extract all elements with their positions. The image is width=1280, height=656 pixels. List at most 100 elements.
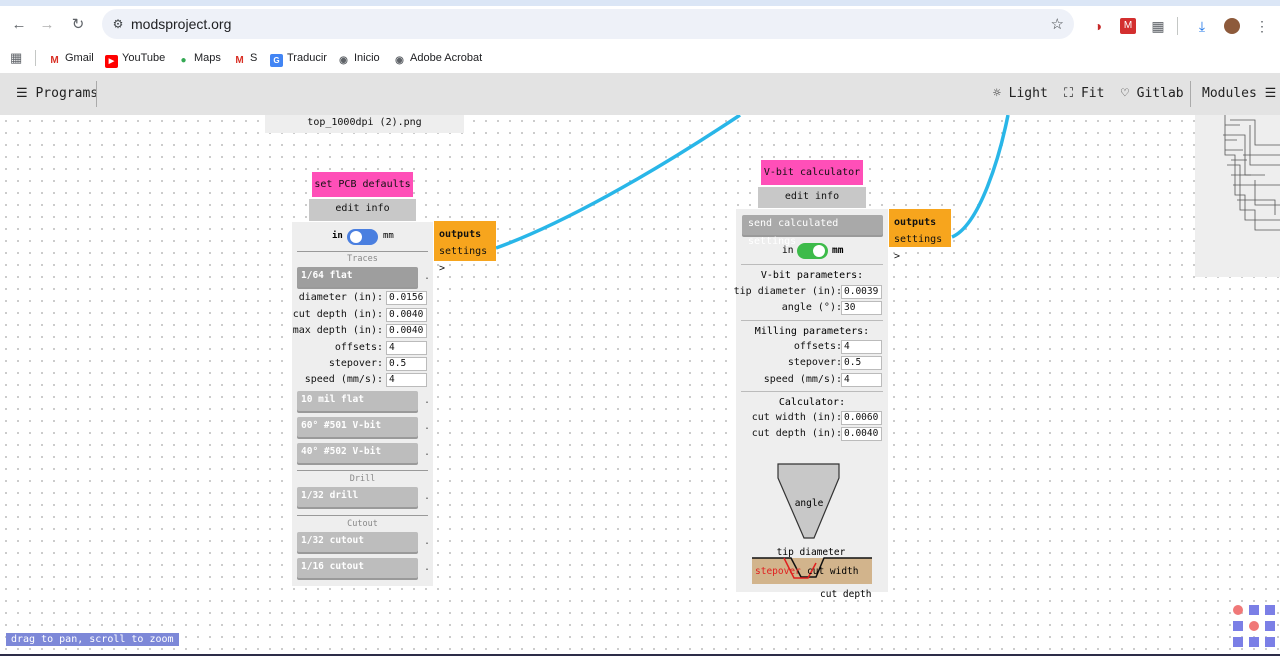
- apps-grid-icon[interactable]: ▦: [10, 50, 24, 66]
- bookmark-maps[interactable]: ● Maps: [177, 50, 220, 66]
- cut-depth-input[interactable]: 0.0040: [386, 308, 427, 322]
- menu-kebab-icon[interactable]: ⋮: [1254, 18, 1270, 34]
- bookmark-s[interactable]: MS: [233, 50, 257, 66]
- unit-toggle[interactable]: [347, 229, 378, 245]
- tool-button[interactable]: 40° #502 V-bit: [297, 443, 418, 463]
- bookmark-inicio[interactable]: ◉ Inicio: [337, 50, 380, 66]
- image-module[interactable]: top_1000dpi (2).png: [265, 115, 464, 133]
- bookmark-youtube[interactable]: ▶ YouTube: [105, 50, 165, 68]
- tool-select-dot[interactable]: .: [424, 421, 430, 432]
- vbit-module-title[interactable]: V-bit calculator: [761, 160, 863, 185]
- omnibox[interactable]: ⚙ modsproject.org ☆: [102, 9, 1074, 39]
- settings-output[interactable]: settings >: [439, 243, 491, 277]
- fit-button[interactable]: ⛶ Fit: [1064, 86, 1104, 102]
- tool-button-selected[interactable]: 1/64 flat: [297, 267, 418, 287]
- tool-button[interactable]: 1/32 drill: [297, 487, 418, 507]
- status-hint: drag to pan, scroll to zoom: [6, 633, 179, 646]
- toolbar-divider: [96, 81, 97, 107]
- diameter-input[interactable]: 0.0156: [386, 291, 427, 305]
- stepover-input[interactable]: 0.5: [841, 356, 882, 370]
- bookmark-adobe-acrobat[interactable]: ◉ Adobe Acrobat: [393, 50, 482, 66]
- field-label: diameter (in):: [298, 292, 383, 303]
- translate-icon: G: [270, 54, 283, 67]
- board-preview-module[interactable]: [1195, 115, 1280, 277]
- gitlab-link[interactable]: ♡ Gitlab: [1121, 86, 1184, 102]
- modules-menu[interactable]: Modules ☰: [1202, 86, 1276, 102]
- gitlab-icon: ♡: [1121, 86, 1129, 101]
- vbit-outputs-port[interactable]: outputs settings >: [889, 209, 951, 262]
- tool-button[interactable]: 60° #501 V-bit: [297, 417, 418, 437]
- pcb-outputs-port[interactable]: outputs settings >: [434, 221, 496, 274]
- tip-diameter-input[interactable]: 0.0039: [841, 285, 882, 299]
- pcb-module-edit-bar[interactable]: edit info collapse: [309, 199, 416, 234]
- speed-input[interactable]: 4: [841, 373, 882, 387]
- site-info-icon[interactable]: ⚙: [110, 16, 126, 32]
- mods-canvas[interactable]: top_1000dpi (2).png set PCB defaults edi…: [0, 115, 1280, 654]
- toolbar-divider: [1190, 81, 1191, 107]
- tool-select-dot[interactable]: .: [424, 271, 430, 282]
- logo-dot: [1233, 637, 1243, 647]
- stepover-input[interactable]: 0.5: [386, 357, 427, 371]
- cutout-section-label: Cutout: [347, 519, 378, 529]
- tool-select-dot[interactable]: .: [424, 395, 430, 406]
- settings-output[interactable]: settings >: [894, 231, 946, 265]
- vbit-module-edit-bar[interactable]: edit info collapse: [758, 187, 866, 222]
- url-text[interactable]: modsproject.org: [131, 16, 231, 32]
- maps-icon: ●: [180, 55, 187, 66]
- light-toggle[interactable]: ☼ Light: [993, 86, 1048, 102]
- pcb-module-title[interactable]: set PCB defaults: [312, 172, 413, 197]
- field-label: offsets:: [334, 342, 383, 353]
- forward-icon[interactable]: →: [38, 16, 56, 34]
- download-icon[interactable]: ⤓: [1194, 18, 1210, 34]
- extensions-puzzle-icon[interactable]: ▦: [1150, 18, 1166, 34]
- send-calculated-settings-button[interactable]: send calculated settings: [742, 215, 883, 247]
- back-icon[interactable]: ←: [10, 16, 28, 34]
- logo-dot: [1265, 605, 1275, 615]
- field-label: stepover:: [787, 357, 842, 368]
- tool-select-dot[interactable]: .: [424, 447, 430, 458]
- bookmark-traducir[interactable]: G Traducir: [270, 50, 327, 67]
- vbit-unit-toggle[interactable]: [797, 243, 828, 259]
- outputs-label: outputs: [439, 229, 482, 240]
- tool-select-dot[interactable]: .: [424, 491, 430, 502]
- milling-params-label: Milling parameters:: [754, 326, 870, 337]
- extension-pdf-icon[interactable]: M: [1120, 18, 1136, 34]
- pcb-module-panel: in mm Traces 1/64 flat . diameter (in): …: [292, 222, 433, 586]
- tool-select-dot[interactable]: .: [424, 562, 430, 573]
- hamburger-icon: ☰: [1264, 86, 1277, 101]
- vbit-params-label: V-bit parameters:: [760, 270, 864, 281]
- bookmark-gmail[interactable]: M Gmail: [48, 50, 93, 66]
- field-label: speed (mm/s):: [304, 374, 383, 385]
- max-depth-input[interactable]: 0.0040: [386, 324, 427, 338]
- image-filename: top_1000dpi (2).png: [307, 117, 422, 128]
- speed-input[interactable]: 4: [386, 373, 427, 387]
- board-preview-image: [1223, 115, 1280, 231]
- wire-pcb-settings: [495, 115, 741, 250]
- tool-button[interactable]: 1/32 cutout: [297, 532, 418, 552]
- tool-button[interactable]: 10 mil flat: [297, 391, 418, 411]
- field-label: stepover:: [328, 358, 383, 369]
- gmail-icon: M: [50, 55, 59, 66]
- tool-select-dot[interactable]: .: [424, 536, 430, 547]
- offsets-input[interactable]: 4: [841, 340, 882, 354]
- extension-shield-icon[interactable]: ◑: [1090, 18, 1106, 34]
- angle-input[interactable]: 30: [841, 301, 882, 315]
- bookmark-star-icon[interactable]: ☆: [1051, 15, 1064, 33]
- offsets-input[interactable]: 4: [386, 341, 427, 355]
- divider: [297, 251, 428, 252]
- field-label: max depth (in):: [292, 325, 383, 336]
- diagram-cut-width-label: cut width: [807, 566, 859, 577]
- address-bar-row: ← → ↻ ⚙ modsproject.org ☆ ◑ M ▦ ⤓ ⋮: [0, 6, 1280, 44]
- divider: [741, 320, 883, 321]
- diagram-tip-label: tip diameter: [776, 547, 846, 558]
- profile-avatar[interactable]: [1224, 18, 1240, 34]
- cut-depth-output[interactable]: 0.0040: [841, 427, 882, 441]
- tool-button[interactable]: 1/16 cutout: [297, 558, 418, 578]
- youtube-icon: ▶: [105, 55, 118, 68]
- cut-width-output[interactable]: 0.0060: [841, 411, 882, 425]
- diagram-angle-label: angle: [794, 498, 824, 509]
- programs-menu[interactable]: ☰ Programs: [16, 86, 98, 102]
- field-label: offsets:: [793, 341, 842, 352]
- wires-layer: [495, 115, 1010, 250]
- reload-icon[interactable]: ↻: [69, 16, 87, 34]
